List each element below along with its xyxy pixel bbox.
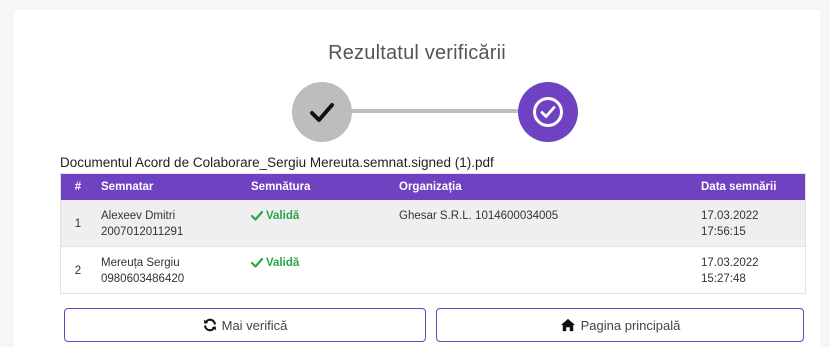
checkmark-icon bbox=[251, 258, 263, 268]
home-page-label: Pagina principală bbox=[580, 317, 681, 333]
signature-cell: Validă bbox=[245, 200, 393, 247]
header-signer: Semnatar bbox=[101, 181, 154, 193]
signature-status-label: Validă bbox=[266, 210, 300, 222]
page-title: Rezultatul verificării bbox=[328, 42, 506, 64]
header-index: # bbox=[74, 181, 82, 193]
table-row: 2 Mereuța Sergiu 0980603486420 Validă 17… bbox=[61, 246, 805, 294]
verify-again-label: Mai verifică bbox=[221, 317, 288, 333]
stepper-connector-line bbox=[350, 109, 524, 113]
header-organization: Organizația bbox=[399, 181, 462, 193]
header-date: Data semnării bbox=[701, 181, 777, 193]
signer-cell: Mereuța Sergiu 0980603486420 bbox=[95, 247, 245, 294]
row-index: 1 bbox=[74, 218, 82, 230]
table-row: 1 Alexeev Dmitri 2007012011291 Validă Gh… bbox=[61, 200, 805, 247]
verify-again-button[interactable]: Mai verifică bbox=[64, 308, 426, 342]
signature-status-label: Validă bbox=[266, 257, 300, 269]
step-1-completed bbox=[292, 82, 352, 142]
signature-status: Validă bbox=[251, 208, 299, 224]
table-header-row: # Semnatar Semnătura Organizația Data se… bbox=[61, 174, 805, 200]
signer-name: Mereuța Sergiu bbox=[101, 257, 180, 269]
signature-cell: Validă bbox=[245, 247, 393, 294]
refresh-icon bbox=[203, 318, 216, 332]
step-2-current bbox=[518, 82, 578, 142]
signer-id: 0980603486420 bbox=[101, 273, 185, 285]
date-cell: 17.03.2022 15:27:48 bbox=[701, 257, 759, 285]
header-signature: Semnătura bbox=[251, 181, 311, 193]
organization-cell: Ghesar S.R.L. 1014600034005 bbox=[399, 210, 559, 222]
checkmark-icon bbox=[310, 103, 334, 122]
signature-status: Validă bbox=[251, 255, 299, 271]
signer-cell: Alexeev Dmitri 2007012011291 bbox=[95, 200, 245, 247]
checkmark-icon bbox=[251, 211, 263, 221]
date-cell: 17.03.2022 17:56:15 bbox=[701, 210, 759, 238]
signer-id: 2007012011291 bbox=[101, 226, 184, 238]
row-index: 2 bbox=[74, 265, 82, 277]
verification-result-card: Rezultatul verificării Documentul Acord … bbox=[14, 10, 820, 347]
check-circle-icon bbox=[533, 97, 563, 127]
signatures-table: # Semnatar Semnătura Organizația Data se… bbox=[60, 173, 806, 294]
home-icon bbox=[560, 318, 575, 332]
signer-name: Alexeev Dmitri bbox=[101, 210, 176, 222]
document-name: Documentul Acord de Colaborare_Sergiu Me… bbox=[60, 155, 494, 170]
home-page-button[interactable]: Pagina principală bbox=[436, 308, 804, 342]
progress-stepper bbox=[14, 72, 820, 142]
organization-cell bbox=[393, 247, 695, 294]
